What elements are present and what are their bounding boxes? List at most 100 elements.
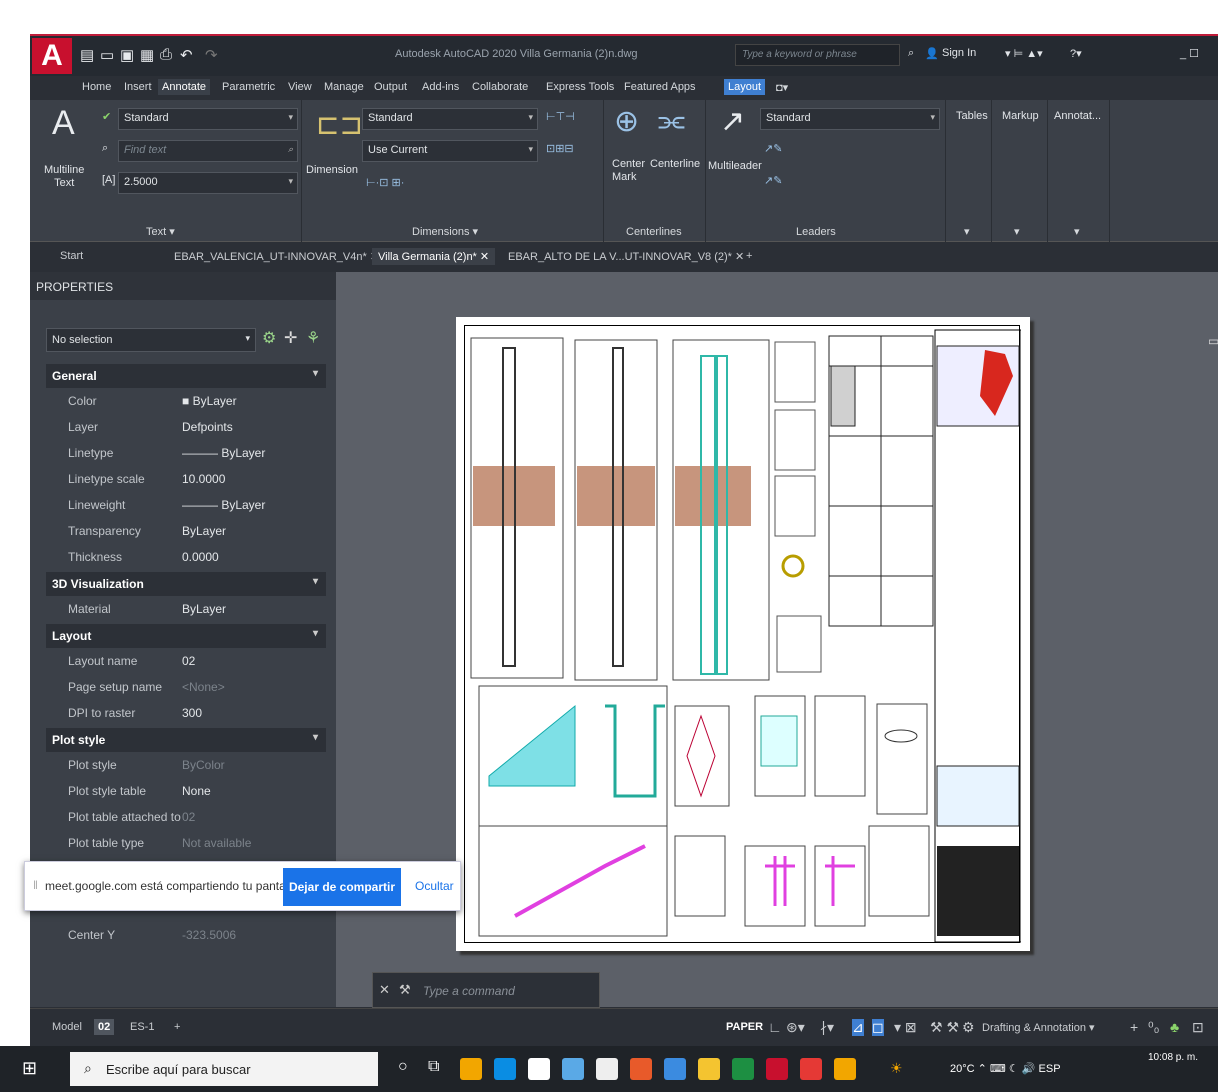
add-layout-icon[interactable]: + (170, 1019, 184, 1035)
section-layout[interactable]: Layout ▾ (46, 624, 326, 648)
prop-row[interactable]: Plot table type Not available (46, 830, 326, 856)
markup-expand-icon[interactable]: ▾ (1014, 225, 1020, 238)
prop-row[interactable]: Layer Defpoints (46, 414, 326, 440)
prop-row[interactable]: Transparency ByLayer (46, 518, 326, 544)
layout-canvas[interactable]: ▭ (336, 272, 1218, 1007)
prop-row[interactable]: Color ■ ByLayer (46, 388, 326, 414)
prop-row[interactable]: Layout name 02 (46, 648, 326, 674)
tab-add-ins[interactable]: Add-ins (418, 79, 463, 95)
stop-sharing-button[interactable]: Dejar de compartir (283, 868, 401, 906)
tab-model[interactable]: Model (48, 1019, 86, 1035)
tab-express-tools[interactable]: Express Tools (542, 79, 618, 95)
tab-home[interactable]: Home (78, 79, 115, 95)
properties-header[interactable]: PROPERTIES (30, 272, 336, 300)
doc-tab-start[interactable]: Start (54, 248, 89, 264)
tab-output[interactable]: Output (370, 79, 411, 95)
autocad-taskbar-icon[interactable] (766, 1058, 788, 1080)
add-leader-icon[interactable]: ↗✎ (764, 142, 782, 155)
app-icon[interactable] (834, 1058, 856, 1080)
tab-annotate[interactable]: Annotate (158, 79, 211, 95)
prop-row[interactable]: Lineweight ——— ByLayer (46, 492, 326, 518)
prop-row-center-y[interactable]: Center Y -323.5006 (46, 922, 326, 948)
annotation-scale-icon[interactable]: ⚒ ⚒ (930, 1019, 959, 1036)
weather-icon[interactable]: ☀ (890, 1060, 903, 1077)
toggle-pickadd-icon[interactable]: ⚘ (306, 328, 320, 348)
binoculars-icon[interactable]: ⌕ (908, 47, 914, 60)
find-text-input[interactable]: Find text ⌕ (118, 140, 298, 162)
section-plot-style[interactable]: Plot style ▾ (46, 728, 326, 752)
tables-expand-icon[interactable]: ▾ (964, 225, 970, 238)
tab-view[interactable]: View (284, 79, 316, 95)
minimize-icon[interactable]: _ ☐ (1180, 47, 1199, 60)
user-icon[interactable]: 👤 (925, 47, 939, 60)
paper-space-toggle[interactable]: PAPER (722, 1019, 767, 1035)
doc-tab-villa-germania[interactable]: Villa Germania (2)n* ✕ (372, 248, 496, 265)
prop-row[interactable]: Linetype ——— ByLayer (46, 440, 326, 466)
prop-row[interactable]: Thickness 0.0000 (46, 544, 326, 570)
new-tab-icon[interactable]: + (740, 248, 758, 264)
annotation-panel-label[interactable]: Annotat... (1054, 110, 1101, 122)
tab-layout[interactable]: Layout (724, 79, 766, 95)
text-panel-label[interactable]: Text ▾ (146, 225, 175, 238)
viewport-restore-icon[interactable]: ▭ (1208, 334, 1218, 348)
dimension-tools-icon[interactable]: ⊢⊤⊣ (546, 110, 575, 123)
dimensions-panel-label[interactable]: Dimensions ▾ (412, 225, 478, 238)
save-as-icon[interactable]: ▦ (140, 46, 154, 64)
prop-row[interactable]: Page setup name <None> (46, 674, 326, 700)
new-file-icon[interactable]: ▤ (80, 46, 94, 64)
edge-icon[interactable] (494, 1058, 516, 1080)
tab-insert[interactable]: Insert (120, 79, 156, 95)
section-general[interactable]: General ▾ (46, 364, 326, 388)
markup-panel-label[interactable]: Markup (1002, 110, 1039, 122)
tables-panel-label[interactable]: Tables (956, 110, 988, 122)
osnap-icon[interactable]: ◻ (872, 1019, 884, 1036)
multileader-button[interactable]: Multileader (708, 160, 762, 172)
autocad-logo[interactable]: A (32, 38, 72, 74)
center-mark-icon[interactable]: ⊕ (614, 104, 639, 139)
fullscreen-icon[interactable]: ⊡ (1192, 1019, 1204, 1036)
prop-row[interactable]: Plot style ByColor (46, 752, 326, 778)
dimension-button[interactable]: Dimension (306, 164, 358, 176)
quick-select-icon[interactable]: ⚙ (262, 328, 276, 348)
tab-featured-apps[interactable]: Featured Apps (620, 79, 700, 95)
dimension-style-select[interactable]: Standard ▾ (362, 108, 538, 130)
redo-icon[interactable]: ↷ (205, 46, 218, 64)
multiline-text-icon[interactable]: A (52, 104, 75, 143)
store-icon[interactable]: ▾ ⊨ ▲▾ (1005, 47, 1043, 60)
dimension-break-icon[interactable]: ⊡⊞⊟ (546, 142, 574, 155)
dimension-continue-icon[interactable]: ⊢·⊡ ⊞· (366, 176, 404, 189)
app-icon[interactable] (664, 1058, 686, 1080)
tab-layout-02[interactable]: 02 (94, 1019, 115, 1035)
help-search-input[interactable]: Type a keyword or phrase (735, 44, 900, 66)
prop-row[interactable]: DPI to raster 300 (46, 700, 326, 726)
command-input[interactable]: Type a command (423, 984, 515, 998)
start-icon[interactable]: ⊞ (22, 1058, 37, 1079)
centerline-button[interactable]: Centerline (650, 158, 700, 170)
centerline-icon[interactable]: ⫘ (658, 104, 685, 138)
drag-handle-icon[interactable]: ‖ (33, 878, 38, 892)
save-icon[interactable]: ▣ (120, 46, 134, 64)
sign-in-link[interactable]: Sign In (942, 47, 976, 59)
tab-parametric[interactable]: Parametric (218, 79, 279, 95)
chrome-icon[interactable] (460, 1058, 482, 1080)
open-file-icon[interactable]: ▭ (100, 46, 114, 64)
undo-icon[interactable]: ↶ (180, 46, 193, 64)
section-3d-visualization[interactable]: 3D Visualization ▾ (46, 572, 326, 596)
close-command-icon[interactable]: ✕ (379, 982, 390, 998)
units-icon[interactable]: ⁰₀ (1148, 1019, 1159, 1036)
leader-style-select[interactable]: Standard ▾ (760, 108, 940, 130)
help-icon[interactable]: ?▾ (1070, 47, 1082, 60)
center-mark-button[interactable]: Center Mark (612, 158, 645, 184)
explorer-icon[interactable] (698, 1058, 720, 1080)
prop-row[interactable]: Material ByLayer (46, 596, 326, 622)
task-view-icon[interactable]: ⧉ (428, 1058, 439, 1076)
workspace-gear-icon[interactable]: ⚙ (962, 1019, 975, 1036)
prop-row[interactable]: Linetype scale 10.0000 (46, 466, 326, 492)
customize-command-icon[interactable]: ⚒ (399, 982, 411, 998)
otrack-icon[interactable]: ▾ ⊠ (894, 1019, 917, 1036)
grid-icon[interactable]: ∟ (768, 1019, 782, 1035)
workspace-select[interactable]: Drafting & Annotation ▾ (978, 1019, 1099, 1036)
multiline-text-button[interactable]: Multiline Text (44, 164, 84, 190)
tab-collaborate[interactable]: Collaborate (468, 79, 532, 95)
calendar-icon[interactable] (596, 1058, 618, 1080)
